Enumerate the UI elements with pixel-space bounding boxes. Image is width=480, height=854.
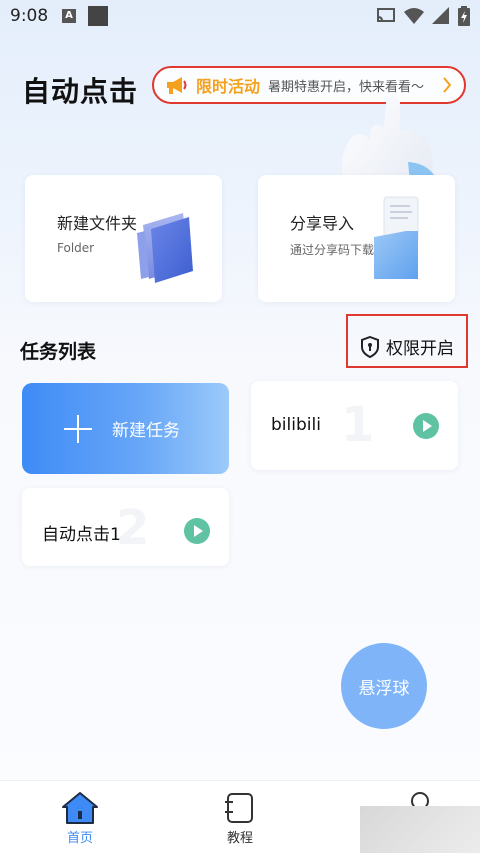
play-icon[interactable]: [413, 413, 439, 439]
task-name: bilibili: [271, 415, 321, 435]
wifi-icon: [404, 8, 424, 24]
battery-icon: [458, 6, 470, 26]
watermark-overlay: [360, 806, 480, 853]
page-title: 自动点击: [22, 75, 139, 108]
play-icon[interactable]: [184, 518, 210, 544]
status-time: 9:08: [10, 6, 49, 26]
task-card[interactable]: 2 自动点击1: [22, 488, 229, 566]
document-import-icon: [374, 196, 419, 279]
megaphone-icon: [167, 77, 187, 94]
nav-tutorial-label: 教程: [226, 831, 253, 846]
permission-button[interactable]: 权限开启: [346, 314, 468, 368]
nav-home-label: 首页: [66, 831, 93, 846]
task-number: 1: [341, 397, 375, 453]
book-icon: [225, 793, 253, 823]
nav-home[interactable]: 首页: [20, 781, 140, 854]
plus-icon: [64, 414, 92, 443]
task-number: 2: [116, 500, 150, 556]
status-icons: [376, 6, 470, 26]
share-import-subtitle: 通过分享码下载: [290, 243, 375, 257]
new-folder-card[interactable]: 新建文件夹 Folder: [25, 175, 222, 302]
task-card[interactable]: 1 bilibili: [251, 381, 458, 470]
promo-title: 限时活动: [196, 77, 261, 96]
notification-square-icon: [88, 6, 108, 26]
cast-icon: [377, 8, 395, 22]
folder-icon: [137, 213, 193, 283]
new-folder-title: 新建文件夹: [57, 214, 138, 233]
new-task-label: 新建任务: [112, 421, 180, 441]
nav-tutorial[interactable]: 教程: [180, 781, 300, 854]
task-list-title: 任务列表: [20, 341, 97, 363]
share-import-title: 分享导入: [290, 214, 355, 233]
permission-label: 权限开启: [386, 339, 454, 359]
signal-icon: [432, 7, 449, 24]
shield-icon: [361, 335, 379, 358]
new-folder-subtitle: Folder: [57, 241, 95, 255]
new-task-button[interactable]: 新建任务: [22, 383, 229, 474]
notification-a-icon: A: [62, 9, 76, 23]
task-name: 自动点击1: [42, 525, 121, 545]
floating-ball-button[interactable]: 悬浮球: [341, 643, 427, 729]
share-import-card[interactable]: 分享导入 通过分享码下载: [258, 175, 455, 302]
home-icon: [62, 792, 98, 824]
